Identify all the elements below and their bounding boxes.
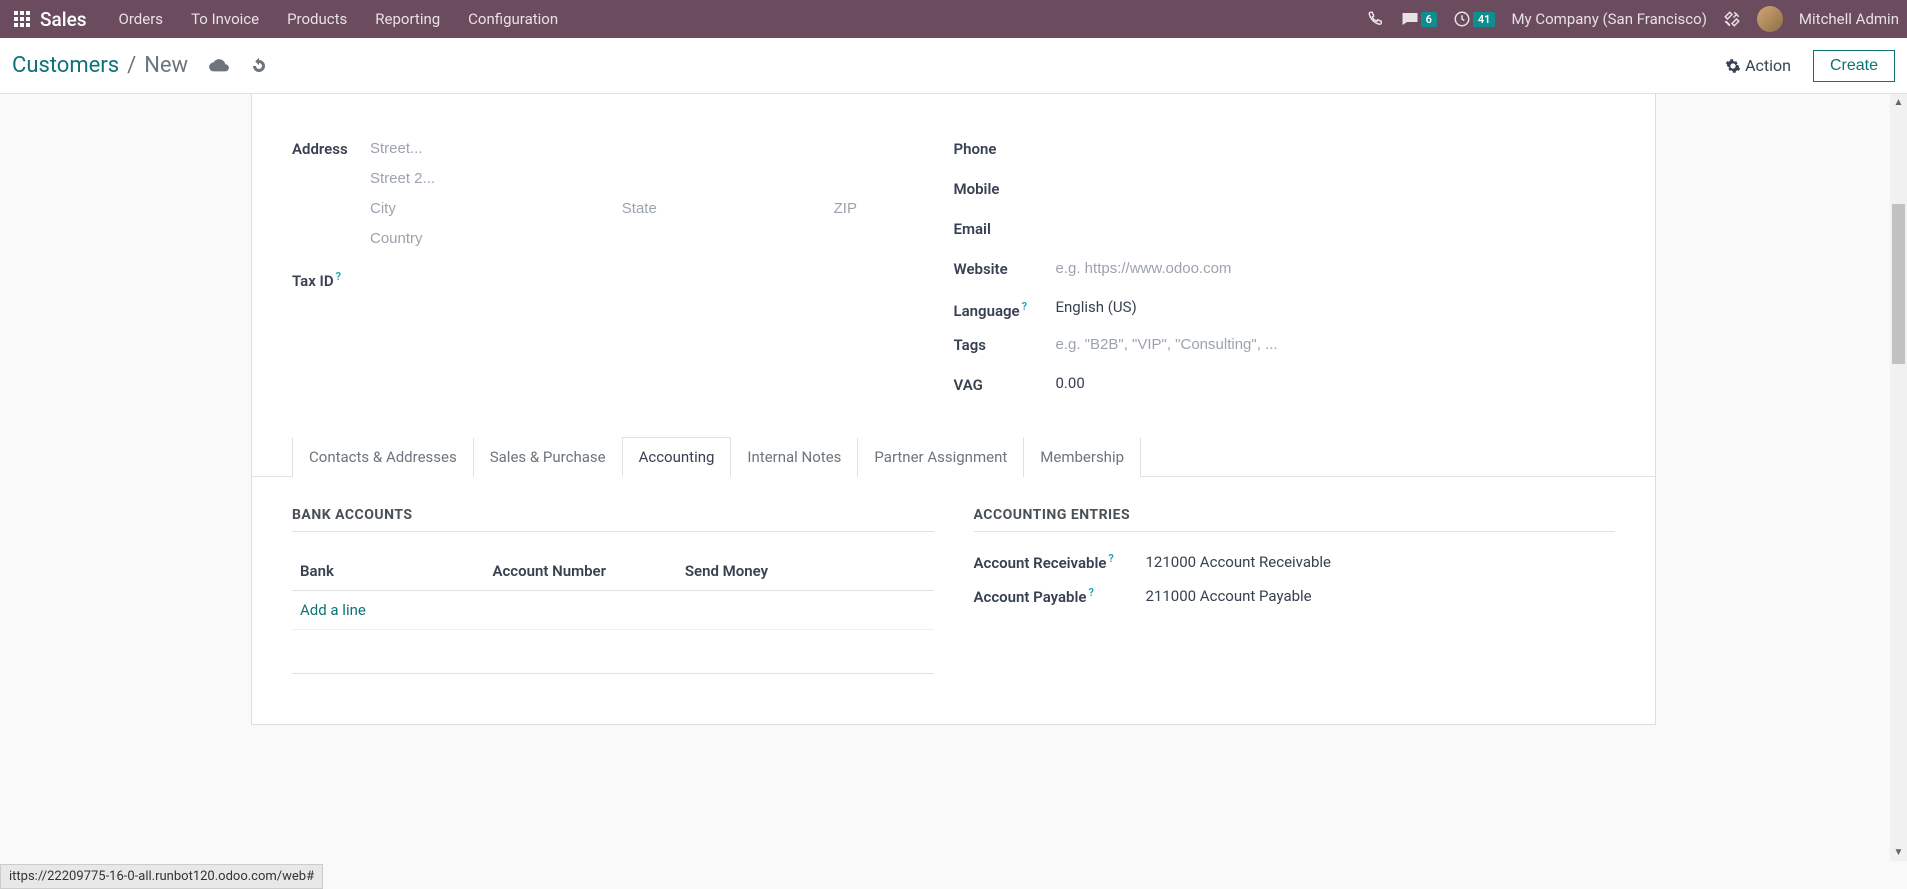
action-dropdown[interactable]: Action bbox=[1725, 56, 1791, 75]
address-label: Address bbox=[292, 134, 370, 158]
company-selector[interactable]: My Company (San Francisco) bbox=[1511, 10, 1706, 28]
tab-panel-accounting: BANK ACCOUNTS Bank Account Number Send M… bbox=[252, 477, 1655, 684]
email-label: Email bbox=[954, 214, 1056, 238]
activities-icon[interactable]: 41 bbox=[1453, 10, 1496, 28]
app-name[interactable]: Sales bbox=[40, 8, 87, 31]
col-account-number: Account Number bbox=[484, 552, 676, 591]
form-sheet: Address Tax ID? Phone bbox=[251, 94, 1656, 725]
avatar[interactable] bbox=[1757, 6, 1783, 32]
breadcrumb-sep: / bbox=[127, 53, 136, 78]
debug-icon[interactable] bbox=[1723, 10, 1741, 28]
website-label: Website bbox=[954, 254, 1056, 278]
tags-input[interactable] bbox=[1056, 330, 1616, 360]
bank-section-title: BANK ACCOUNTS bbox=[292, 507, 934, 532]
vag-label: VAG bbox=[954, 370, 1056, 394]
messages-badge: 6 bbox=[1421, 12, 1437, 27]
action-label: Action bbox=[1745, 56, 1791, 75]
menu-orders[interactable]: Orders bbox=[105, 10, 178, 28]
breadcrumb-current: New bbox=[144, 53, 188, 78]
user-name[interactable]: Mitchell Admin bbox=[1799, 10, 1899, 28]
phone-input[interactable] bbox=[1056, 134, 1616, 164]
mobile-label: Mobile bbox=[954, 174, 1056, 198]
zip-input[interactable] bbox=[834, 194, 954, 224]
add-line-link[interactable]: Add a line bbox=[300, 601, 366, 619]
state-input[interactable] bbox=[622, 194, 822, 224]
col-send-money: Send Money bbox=[677, 552, 934, 591]
entries-section-title: ACCOUNTING ENTRIES bbox=[974, 507, 1616, 532]
receivable-value[interactable]: 121000 Account Receivable bbox=[1146, 553, 1332, 571]
apps-icon[interactable] bbox=[8, 11, 36, 27]
menu-configuration[interactable]: Configuration bbox=[454, 10, 572, 28]
create-button[interactable]: Create bbox=[1813, 50, 1895, 82]
street-input[interactable] bbox=[370, 134, 954, 164]
scrollbar-thumb[interactable] bbox=[1892, 204, 1905, 364]
street2-input[interactable] bbox=[370, 164, 954, 194]
tab-contacts[interactable]: Contacts & Addresses bbox=[292, 437, 474, 477]
notebook-tabs: Contacts & Addresses Sales & Purchase Ac… bbox=[252, 436, 1655, 477]
top-menu: Orders To Invoice Products Reporting Con… bbox=[105, 10, 573, 28]
menu-to-invoice[interactable]: To Invoice bbox=[177, 10, 273, 28]
help-icon[interactable]: ? bbox=[1022, 300, 1027, 313]
cloud-save-icon[interactable] bbox=[208, 57, 230, 75]
receivable-label: Account Receivable? bbox=[974, 552, 1146, 572]
website-input[interactable] bbox=[1056, 254, 1616, 284]
payable-value[interactable]: 211000 Account Payable bbox=[1146, 587, 1312, 605]
breadcrumb-root[interactable]: Customers bbox=[12, 53, 119, 78]
tags-label: Tags bbox=[954, 330, 1056, 354]
tab-sales-purchase[interactable]: Sales & Purchase bbox=[473, 437, 623, 477]
phone-icon[interactable] bbox=[1367, 10, 1385, 28]
messages-icon[interactable]: 6 bbox=[1401, 10, 1437, 28]
vag-value: 0.00 bbox=[1056, 370, 1616, 392]
breadcrumb: Customers / New bbox=[12, 53, 268, 78]
menu-reporting[interactable]: Reporting bbox=[361, 10, 454, 28]
language-value[interactable]: English (US) bbox=[1056, 294, 1616, 316]
control-panel: Customers / New Action Create bbox=[0, 38, 1907, 94]
payable-label: Account Payable? bbox=[974, 586, 1146, 606]
tab-internal-notes[interactable]: Internal Notes bbox=[730, 437, 858, 477]
help-icon[interactable]: ? bbox=[1108, 552, 1113, 565]
phone-label: Phone bbox=[954, 134, 1056, 158]
bank-accounts-table: Bank Account Number Send Money Add a lin… bbox=[292, 552, 934, 674]
menu-products[interactable]: Products bbox=[273, 10, 361, 28]
tab-partner-assignment[interactable]: Partner Assignment bbox=[857, 437, 1024, 477]
tab-accounting[interactable]: Accounting bbox=[622, 437, 732, 477]
taxid-label: Tax ID? bbox=[292, 264, 370, 290]
help-icon[interactable]: ? bbox=[336, 270, 341, 283]
tab-membership[interactable]: Membership bbox=[1023, 437, 1141, 477]
language-label: Language? bbox=[954, 294, 1056, 320]
vertical-scrollbar[interactable]: ▲ ▼ bbox=[1890, 94, 1907, 861]
scroll-down-arrow[interactable]: ▼ bbox=[1890, 844, 1907, 861]
taxid-input[interactable] bbox=[370, 264, 954, 294]
browser-status-bar: ittps://22209775-16-0-all.runbot120.odoo… bbox=[0, 864, 323, 889]
col-bank: Bank bbox=[292, 552, 484, 591]
city-input[interactable] bbox=[370, 194, 610, 224]
mobile-input[interactable] bbox=[1056, 174, 1616, 204]
top-navbar: Sales Orders To Invoice Products Reporti… bbox=[0, 0, 1907, 38]
discard-icon[interactable] bbox=[250, 57, 268, 75]
country-input[interactable] bbox=[370, 224, 954, 254]
activities-badge: 41 bbox=[1473, 12, 1496, 27]
scroll-up-arrow[interactable]: ▲ bbox=[1890, 94, 1907, 111]
help-icon[interactable]: ? bbox=[1088, 586, 1093, 599]
email-input[interactable] bbox=[1056, 214, 1616, 244]
